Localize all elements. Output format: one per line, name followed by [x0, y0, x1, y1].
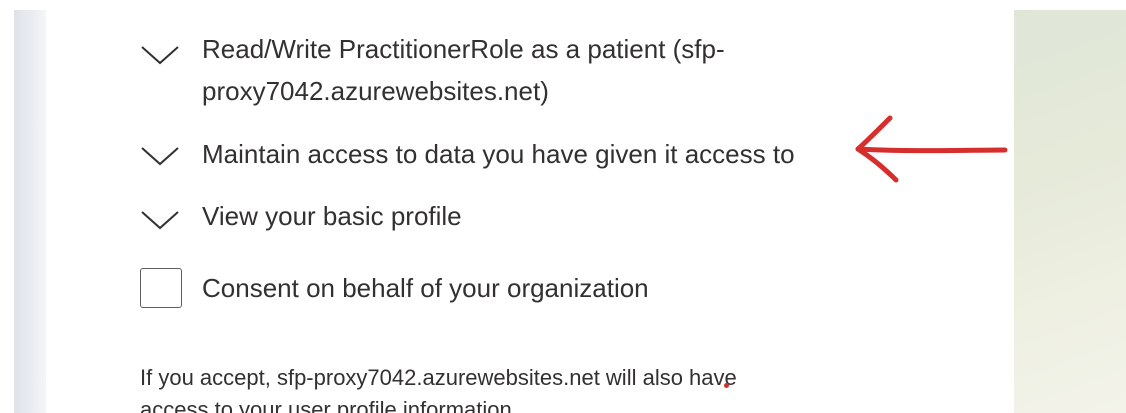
permission-label: Maintain access to data you have given i…	[202, 139, 795, 169]
chevron-down-icon[interactable]	[140, 209, 180, 231]
consent-on-behalf-option[interactable]: Consent on behalf of your organization	[140, 268, 649, 308]
consent-checkbox[interactable]	[140, 268, 182, 308]
chevron-down-icon[interactable]	[140, 44, 180, 66]
left-background-panel	[14, 10, 46, 413]
footnote-line2: access to your user profile information.	[140, 397, 518, 413]
permission-label-line2: proxy7042.azurewebsites.net)	[202, 76, 549, 106]
right-background-panel	[1014, 10, 1126, 413]
permission-item-practitionerrole[interactable]: Read/Write PractitionerRole as a patient…	[140, 28, 725, 112]
permission-text: Read/Write PractitionerRole as a patient…	[202, 28, 725, 112]
permission-label-line1: Read/Write PractitionerRole as a patient…	[202, 34, 725, 64]
top-margin	[0, 0, 1126, 10]
left-margin	[0, 0, 14, 413]
consent-checkbox-label: Consent on behalf of your organization	[202, 272, 649, 303]
screenshot-stage: Read/Write PractitionerRole as a patient…	[0, 0, 1126, 413]
permission-item-maintain-access[interactable]: Maintain access to data you have given i…	[140, 133, 795, 175]
footnote-line1: If you accept, sfp-proxy7042.azurewebsit…	[140, 365, 737, 390]
annotation-dot	[724, 383, 729, 388]
annotation-arrow-icon	[855, 115, 1008, 183]
permission-label: View your basic profile	[202, 201, 462, 231]
chevron-down-icon[interactable]	[140, 145, 180, 167]
consent-footnote: If you accept, sfp-proxy7042.azurewebsit…	[140, 362, 737, 413]
permission-item-basic-profile[interactable]: View your basic profile	[140, 195, 462, 237]
